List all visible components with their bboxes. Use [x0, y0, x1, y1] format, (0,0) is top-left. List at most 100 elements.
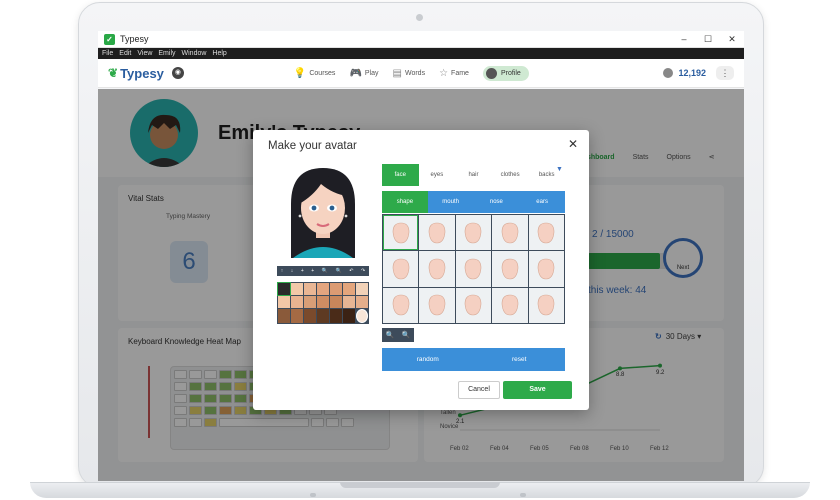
zoom-out-icon[interactable]: 🔍 [336, 268, 342, 274]
subtab-nose[interactable]: nose [474, 191, 520, 213]
tab-hair[interactable]: hair [455, 164, 492, 186]
close-icon[interactable]: ✕ [566, 137, 580, 151]
face-shape-option[interactable] [419, 287, 455, 323]
move-down-icon[interactable]: ↓ [291, 268, 294, 274]
color-swatch[interactable] [330, 309, 342, 323]
subtab-shape[interactable]: shape [382, 191, 428, 213]
menu-file[interactable]: File [102, 50, 113, 57]
color-swatch[interactable] [278, 296, 290, 308]
color-swatch[interactable] [343, 296, 355, 308]
color-swatch[interactable] [278, 309, 290, 323]
color-swatch[interactable] [277, 282, 291, 296]
brand-name: Typesy [120, 65, 164, 81]
color-swatch[interactable] [317, 309, 329, 323]
category-tabs: face eyes hair clothes backs [382, 164, 565, 186]
face-shape-icon [465, 295, 482, 316]
face-shape-icon [465, 258, 482, 280]
pin-icon: ▼ [556, 166, 563, 173]
face-shape-option[interactable] [383, 287, 419, 323]
zoom-in-icon[interactable]: 🔍 [386, 331, 395, 339]
menu-help[interactable]: Help [212, 50, 226, 57]
color-swatch[interactable] [343, 283, 355, 295]
face-shape-option[interactable] [419, 251, 455, 287]
nav-words[interactable]: ▤ Words [393, 68, 426, 79]
nav-profile[interactable]: Profile [482, 65, 529, 81]
zoom-in-icon[interactable]: 🔍 [322, 268, 328, 274]
move-up-icon[interactable]: ↑ [281, 268, 284, 274]
top-nav: ❦ Typesy ◉ 💡 Courses 🎮 Play ▤ Words ☆ Fame P… [98, 59, 744, 88]
random-reset-bar: random reset [382, 348, 565, 371]
face-shape-icon [501, 258, 519, 280]
menu-emily[interactable]: Emily [158, 50, 175, 57]
laptop-foot [520, 493, 526, 497]
minimize-button[interactable]: – [672, 34, 696, 45]
coin-icon [663, 68, 674, 78]
color-swatch[interactable] [304, 296, 316, 308]
face-shape-option[interactable] [419, 215, 455, 251]
nav-play[interactable]: 🎮 Play [349, 68, 378, 79]
face-shape-option[interactable] [492, 215, 528, 251]
undo-icon[interactable]: ↶ [349, 268, 353, 274]
color-swatch[interactable] [356, 296, 368, 308]
save-button[interactable]: Save [503, 381, 572, 399]
widen-icon[interactable]: + [301, 268, 304, 274]
face-sub-tabs: shape mouth nose ears [382, 191, 565, 213]
face-shape-option[interactable] [528, 215, 564, 251]
color-swatch[interactable] [330, 296, 342, 308]
color-swatch[interactable] [330, 283, 342, 295]
avatar-icon [485, 67, 497, 79]
color-swatch[interactable] [291, 309, 303, 323]
face-shape-grid [382, 214, 565, 324]
nav-label: Fame [451, 69, 469, 77]
subtab-mouth[interactable]: mouth [428, 191, 474, 213]
color-swatch[interactable] [291, 283, 303, 295]
color-swatch[interactable] [356, 283, 368, 295]
close-window-button[interactable]: ✕ [720, 34, 744, 45]
nav-label: Courses [309, 69, 336, 77]
nav-fame[interactable]: ☆ Fame [439, 68, 469, 79]
face-shape-option[interactable] [492, 287, 528, 323]
face-shape-option[interactable] [455, 215, 492, 251]
owl-icon[interactable]: ◉ [171, 67, 184, 79]
maximize-button[interactable]: ☐ [696, 34, 720, 45]
modal-title: Make your avatar [268, 140, 357, 152]
gamepad-icon: 🎮 [349, 67, 362, 79]
reset-button[interactable]: reset [474, 348, 566, 371]
camera-dot [416, 14, 423, 21]
random-button[interactable]: random [382, 348, 474, 371]
color-swatch[interactable] [317, 296, 329, 308]
face-shape-icon [501, 222, 519, 243]
face-shape-option[interactable] [528, 287, 564, 323]
face-shape-option[interactable] [528, 251, 564, 287]
tab-clothes[interactable]: clothes [492, 164, 529, 186]
cancel-button[interactable]: Cancel [458, 381, 500, 399]
menu-view[interactable]: View [137, 50, 152, 57]
tab-face[interactable]: face [382, 164, 419, 186]
color-swatch[interactable] [304, 309, 316, 323]
face-shape-option[interactable] [455, 251, 492, 287]
book-icon: ▤ [392, 67, 402, 79]
menu-window[interactable]: Window [182, 50, 207, 57]
narrow-icon[interactable]: + [311, 268, 314, 274]
subtab-ears[interactable]: ears [519, 191, 565, 213]
tab-eyes[interactable]: eyes [419, 164, 456, 186]
menu-bar: File Edit View Emily Window Help [98, 48, 744, 59]
more-menu-button[interactable]: ⋮ [716, 66, 734, 80]
brand-logo[interactable]: ❦ Typesy [108, 66, 164, 81]
redo-icon[interactable]: ↷ [361, 268, 365, 274]
face-shape-option[interactable] [492, 251, 528, 287]
face-shape-icon [537, 258, 555, 280]
color-swatch[interactable] [317, 283, 329, 295]
color-swatch[interactable] [304, 283, 316, 295]
face-shape-option[interactable] [455, 287, 492, 323]
nav-courses[interactable]: 💡 Courses [294, 68, 336, 79]
color-swatch[interactable] [291, 296, 303, 308]
menu-edit[interactable]: Edit [119, 50, 131, 57]
nav-label: Profile [500, 69, 521, 77]
face-shape-option[interactable] [383, 215, 419, 251]
face-shape-icon [392, 222, 409, 243]
zoom-out-icon[interactable]: 🔍 [402, 331, 411, 339]
color-swatch[interactable] [356, 309, 368, 323]
color-swatch[interactable] [343, 309, 355, 323]
face-shape-option[interactable] [383, 251, 419, 287]
